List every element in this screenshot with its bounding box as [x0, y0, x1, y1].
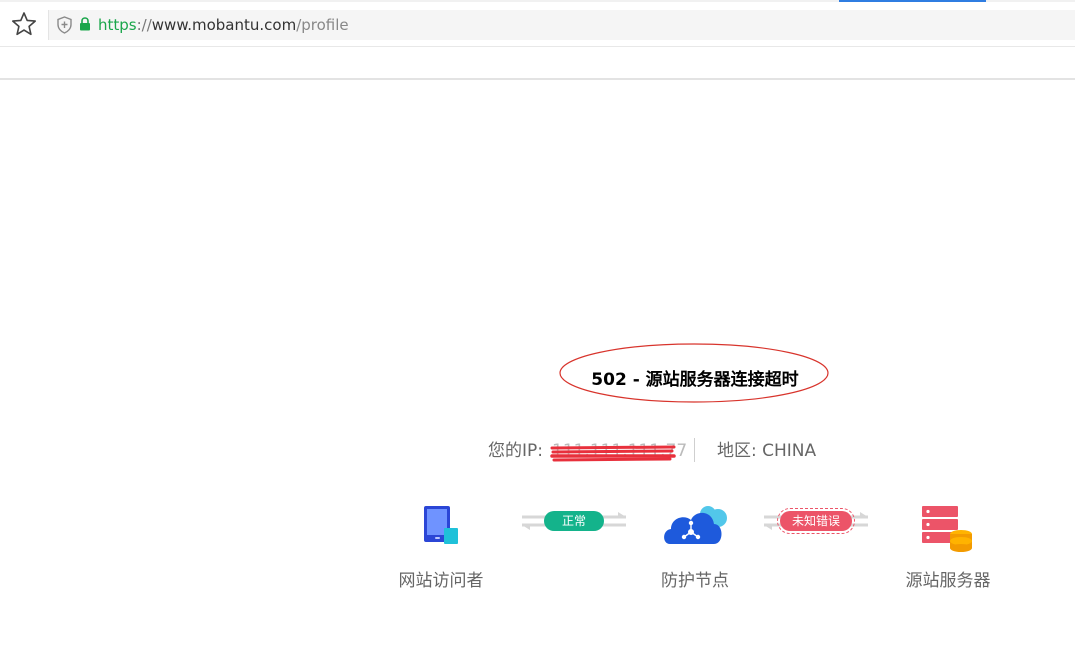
info-divider — [694, 438, 695, 462]
tablet-icon — [424, 506, 458, 544]
error-page: 502 - 源站服务器连接超时 您的IP: 111.111.111.77 地区:… — [0, 82, 1075, 658]
shield-icon[interactable] — [56, 16, 73, 34]
node-protection-label: 防护节点 — [661, 571, 729, 591]
lock-icon[interactable] — [79, 17, 91, 31]
link-node-to-origin: 未知错误 — [760, 506, 872, 536]
cloud-node-icon — [664, 506, 727, 544]
status-badge-error: 未知错误 — [777, 508, 855, 534]
url-scheme: https — [98, 16, 137, 34]
url-separator: :// — [136, 16, 152, 34]
status-badge-ok: 正常 — [544, 511, 604, 531]
node-visitor-label: 网站访问者 — [398, 571, 484, 591]
bookmark-star-icon[interactable] — [11, 11, 37, 37]
url-host: www.mobantu.com — [151, 16, 297, 34]
region-label: 地区: CHINA — [717, 441, 817, 461]
url-path: /profile — [296, 16, 349, 34]
error-title: 502 - 源站服务器连接超时 — [591, 370, 799, 390]
bookmarks-bar — [0, 48, 1075, 80]
ip-label: 您的IP: — [488, 441, 543, 461]
server-database-icon — [922, 506, 972, 552]
redaction-scribble — [550, 445, 676, 462]
url-field[interactable]: https://www.mobantu.com/profile — [48, 10, 1075, 40]
link-visitor-to-node: 正常 — [518, 506, 630, 536]
address-bar: https://www.mobantu.com/profile — [0, 2, 1075, 47]
node-origin-label: 源站服务器 — [905, 571, 991, 591]
url-text[interactable]: https://www.mobantu.com/profile — [98, 15, 349, 35]
